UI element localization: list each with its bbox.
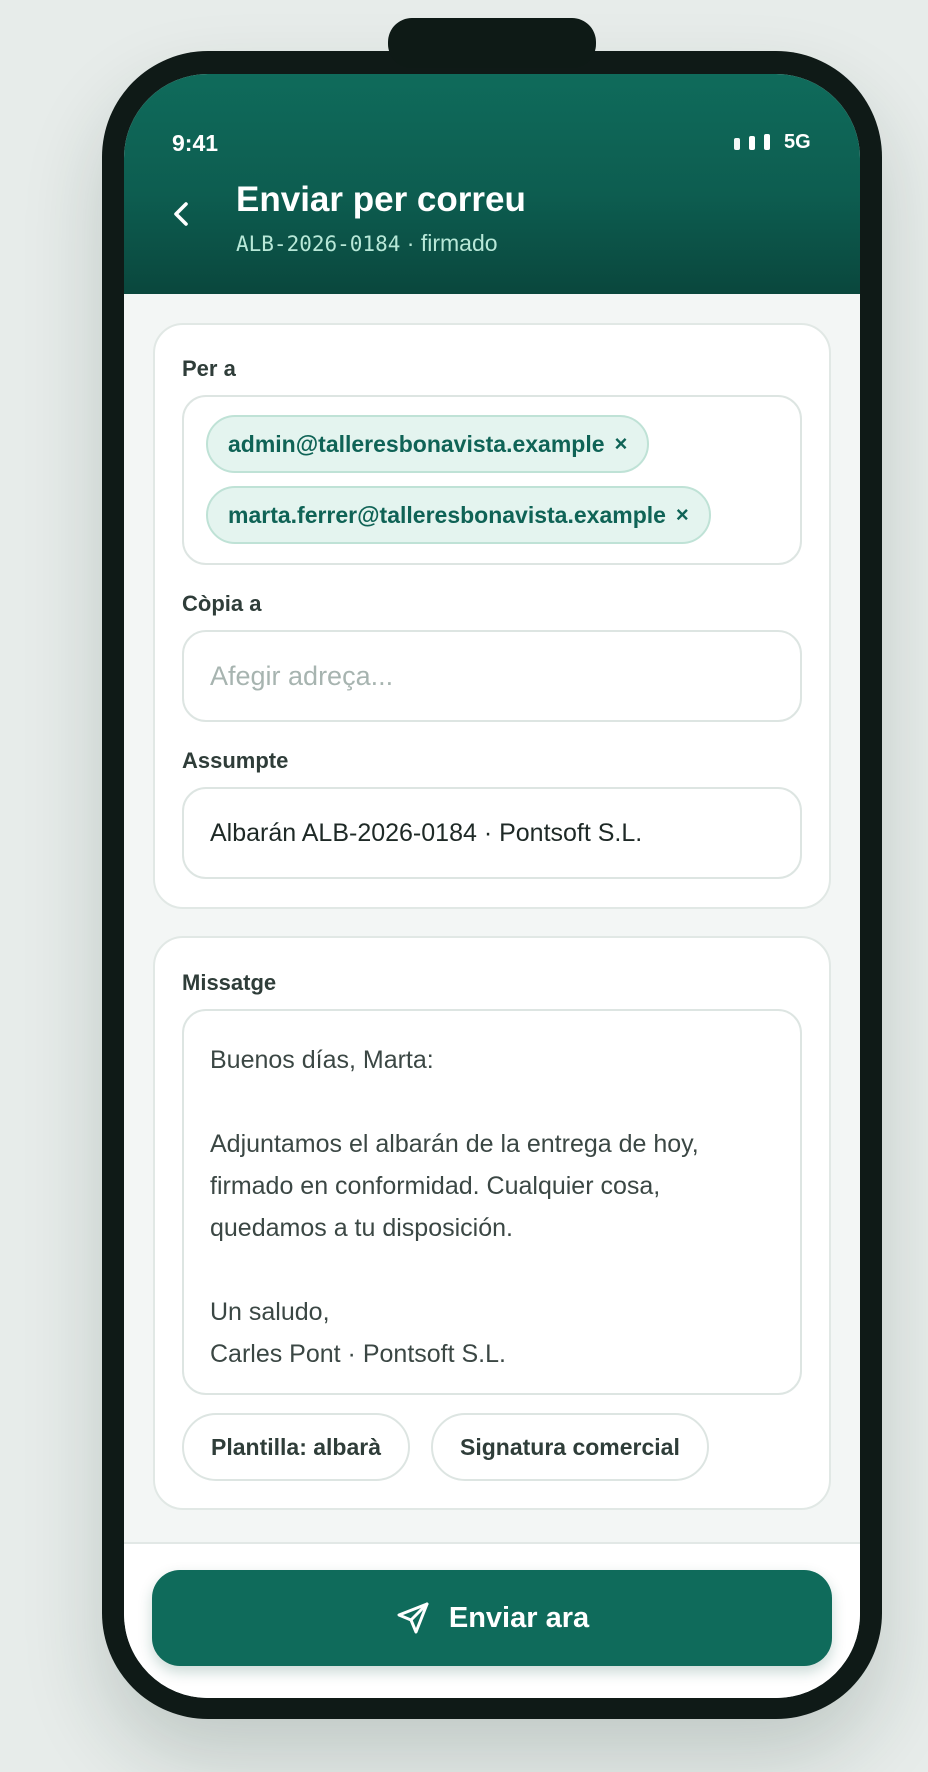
message-textarea[interactable]: Buenos días, Marta: Adjuntamos el albará…: [182, 1009, 802, 1395]
message-line: [210, 1249, 774, 1291]
chevron-left-icon: [174, 202, 188, 226]
recipient-email: marta.ferrer@talleresbonavista.example: [228, 501, 666, 528]
app-screen: 9:41 5G Enviar per correu ALB-2026-0184 …: [124, 74, 860, 1698]
to-label: Per a: [182, 356, 236, 381]
message-label: Missatge: [182, 970, 277, 995]
message-line: [210, 1081, 774, 1123]
cc-label: Còpia a: [182, 591, 262, 616]
subject-label: Assumpte: [182, 748, 289, 773]
signature-button[interactable]: Signatura comercial: [431, 1413, 709, 1481]
subject-value: Albarán ALB-2026-0184 · Pontsoft S.L.: [210, 818, 643, 847]
document-code: ALB-2026-0184: [236, 232, 401, 256]
message-card: Missatge Buenos días, Marta: Adjuntamos …: [153, 936, 831, 1510]
phone-notch: [388, 18, 596, 68]
send-button[interactable]: Enviar ara: [152, 1570, 832, 1666]
remove-recipient-icon[interactable]: ×: [615, 431, 628, 457]
recipient-chip[interactable]: marta.ferrer@talleresbonavista.example ×: [206, 486, 711, 544]
to-field[interactable]: admin@talleresbonavista.example × marta.…: [182, 395, 802, 565]
send-icon: [397, 1602, 429, 1634]
message-line: firmado en conformidad. Cualquier cosa,: [210, 1172, 661, 1200]
recipient-chip[interactable]: admin@talleresbonavista.example ×: [206, 415, 650, 473]
remove-recipient-icon[interactable]: ×: [676, 502, 689, 528]
page-subtitle: ALB-2026-0184 · firmado: [236, 230, 498, 257]
template-button[interactable]: Plantilla: albarà: [182, 1413, 411, 1481]
message-line: Carles Pont · Pontsoft S.L.: [210, 1340, 506, 1368]
message-line: Buenos días, Marta:: [210, 1046, 434, 1074]
recipient-email: admin@talleresbonavista.example: [228, 430, 605, 457]
network-label: 5G: [784, 131, 811, 153]
app-header: 9:41 5G Enviar per correu ALB-2026-0184 …: [124, 74, 860, 294]
status-time: 9:41: [172, 130, 219, 156]
document-status: firmado: [420, 230, 498, 256]
back-button[interactable]: [164, 196, 200, 232]
send-label: Enviar ara: [448, 1601, 590, 1634]
cc-input[interactable]: Afegir adreça...: [182, 630, 802, 722]
message-line: Adjuntamos el albarán de la entrega de h…: [210, 1130, 699, 1158]
subject-input[interactable]: Albarán ALB-2026-0184 · Pontsoft S.L.: [182, 787, 802, 879]
subtitle-separator: ·: [400, 230, 421, 256]
page-title: Enviar per correu: [236, 180, 526, 219]
signal-icon: [734, 134, 770, 150]
recipients-card: Per a admin@talleresbonavista.example × …: [153, 323, 831, 909]
message-line: quedamos a tu disposición.: [210, 1214, 513, 1242]
message-line: Un saludo,: [210, 1298, 330, 1326]
cc-placeholder: Afegir adreça...: [210, 660, 394, 691]
